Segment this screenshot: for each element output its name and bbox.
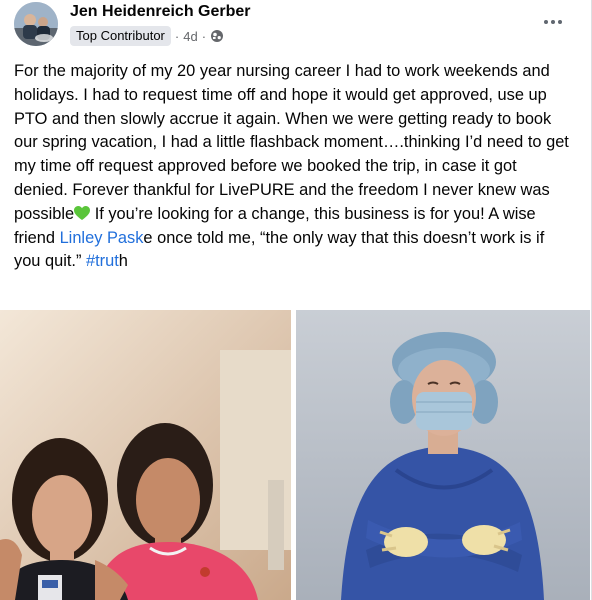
mention-linley-paske[interactable]: Linley Pask — [60, 229, 144, 247]
photo-two-women-smiling[interactable] — [0, 310, 291, 600]
photo-nurse-in-surgical-gown[interactable] — [296, 310, 590, 600]
top-contributor-badge[interactable]: Top Contributor — [70, 26, 171, 46]
author-name[interactable]: Jen Heidenreich Gerber — [70, 3, 251, 21]
post-timestamp[interactable]: 4d — [183, 29, 197, 44]
hashtag-tail: h — [118, 252, 128, 271]
more-options-icon[interactable] — [537, 8, 569, 36]
meta-separator: · — [174, 28, 180, 44]
meta-separator-2: · — [201, 28, 207, 44]
post-body: For the majority of my 20 year nursing c… — [14, 60, 574, 274]
author-avatar[interactable] — [14, 2, 58, 46]
globe-icon — [210, 29, 224, 43]
green-heart-icon — [74, 205, 91, 220]
hashtag-truth[interactable]: #trut — [86, 252, 119, 270]
post-text-main: For the majority of my 20 year nursing c… — [14, 62, 569, 223]
post-meta: Top Contributor · 4d · — [70, 26, 224, 46]
post-card: Jen Heidenreich Gerber Top Contributor ·… — [0, 0, 592, 600]
